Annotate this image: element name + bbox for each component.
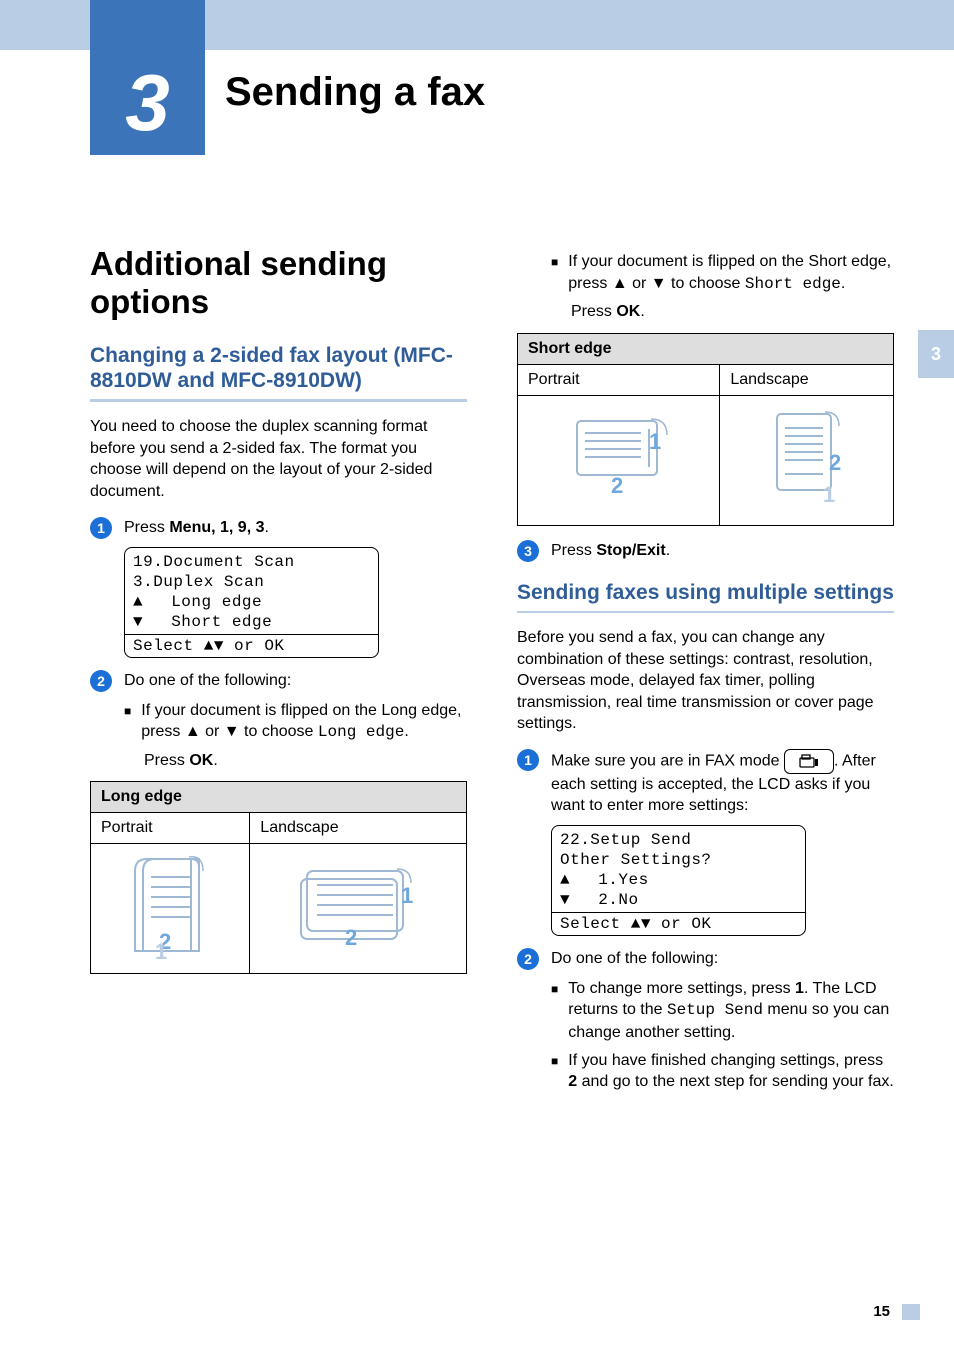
left-column: Additional sending options Changing a 2-… xyxy=(90,245,467,1099)
menu-key: Menu xyxy=(169,519,211,536)
code: Long edge xyxy=(318,723,404,741)
press-ok-1: Press OK. xyxy=(144,750,467,772)
t: Make sure you are in FAX mode xyxy=(551,752,784,769)
col-portrait: Portrait xyxy=(518,364,720,395)
svg-text:2: 2 xyxy=(611,473,623,498)
short-edge-table: Short edge Portrait Landscape xyxy=(517,333,894,526)
lcd-line: Long edge xyxy=(171,592,262,612)
t: To change more settings, press xyxy=(568,980,795,997)
step-1: 1 Press Menu, 1, 9, 3. xyxy=(90,517,467,539)
code: Setup Send xyxy=(667,1001,763,1019)
lcd-line: 19.Document Scan xyxy=(133,552,370,572)
step-badge-2: 2 xyxy=(517,948,539,970)
col-portrait: Portrait xyxy=(91,813,250,844)
lcd-line: 1.Yes xyxy=(598,870,649,890)
step-badge-1: 1 xyxy=(90,517,112,539)
svg-text:1: 1 xyxy=(823,482,835,507)
svg-text:2: 2 xyxy=(829,450,841,475)
table-header: Short edge xyxy=(518,333,894,364)
side-tab-label: 3 xyxy=(931,344,941,365)
square-bullet-icon: ■ xyxy=(551,251,558,295)
press-ok-2: Press OK. xyxy=(571,301,894,323)
lcd-line: Other Settings? xyxy=(560,850,797,870)
long-portrait-diagram: 2 1 xyxy=(91,844,250,974)
mstep-1-text: Make sure you are in FAX mode . After ea… xyxy=(551,749,894,817)
fax-mode-icon xyxy=(784,749,834,774)
chapter-title: Sending a fax xyxy=(225,70,485,115)
step-2: 2 Do one of the following: xyxy=(90,670,467,692)
long-landscape-diagram: 1 2 xyxy=(250,844,467,974)
mstep-1: 1 Make sure you are in FAX mode . After … xyxy=(517,749,894,817)
col-landscape: Landscape xyxy=(720,364,894,395)
section-additional-heading: Additional sending options xyxy=(90,245,467,321)
svg-text:1: 1 xyxy=(649,429,661,454)
chapter-number: 3 xyxy=(125,57,170,149)
lcd-line: Short edge xyxy=(171,612,272,632)
lcd-display-2: 22.Setup Send Other Settings? ▲ 1.Yes ▼ … xyxy=(551,825,806,936)
step-1-text: Press Menu, 1, 9, 3. xyxy=(124,517,467,539)
svg-text:2: 2 xyxy=(345,925,357,950)
key-seq: , 1, 9, 3 xyxy=(211,519,264,536)
ok-key: OK xyxy=(189,752,213,769)
lcd-line: 3.Duplex Scan xyxy=(133,572,370,592)
t: If you have finished changing settings, … xyxy=(568,1052,883,1069)
side-tab: 3 xyxy=(918,330,954,378)
t: Press xyxy=(551,542,596,559)
col-landscape: Landscape xyxy=(250,813,467,844)
short-portrait-diagram: 1 2 xyxy=(518,395,720,525)
lcd-line: Select ▲▼ or OK xyxy=(133,636,370,656)
step-badge-2: 2 xyxy=(90,670,112,692)
t: and go to the next step for sending your… xyxy=(577,1073,894,1090)
step-badge-3: 3 xyxy=(517,540,539,562)
multiple-intro-text: Before you send a fax, you can change an… xyxy=(517,627,894,735)
section-changing-heading: Changing a 2-sided fax layout (MFC-8810D… xyxy=(90,343,467,393)
step-2-text: Do one of the following: xyxy=(124,670,467,692)
page-number: 15 xyxy=(873,1303,890,1320)
long-edge-table: Long edge Portrait Landscape xyxy=(90,781,467,974)
bullet-short-edge: ■ If your document is flipped on the Sho… xyxy=(551,251,894,295)
lcd-display-1: 19.Document Scan 3.Duplex Scan ▲ Long ed… xyxy=(124,547,379,658)
stop-exit-key: Stop/Exit xyxy=(596,542,665,559)
step-badge-1: 1 xyxy=(517,749,539,771)
bullet-finished: ■ If you have finished changing settings… xyxy=(551,1050,894,1093)
bullet-long-edge: ■ If your document is flipped on the Lon… xyxy=(124,700,467,744)
chapter-badge: 3 xyxy=(90,50,205,155)
right-column: ■ If your document is flipped on the Sho… xyxy=(517,245,894,1099)
square-bullet-icon: ■ xyxy=(551,978,558,1044)
section-multiple-heading: Sending faxes using multiple settings xyxy=(517,580,894,605)
svg-text:1: 1 xyxy=(155,939,167,961)
step-3: 3 Press Stop/Exit. xyxy=(517,540,894,562)
t: If your document is flipped on the Short… xyxy=(568,253,891,292)
short-landscape-diagram: 2 1 xyxy=(720,395,894,525)
lcd-line: 22.Setup Send xyxy=(560,830,797,850)
lcd-line: Select ▲▼ or OK xyxy=(560,914,797,934)
square-bullet-icon: ■ xyxy=(551,1050,558,1093)
table-header: Long edge xyxy=(91,782,467,813)
code: Short edge xyxy=(745,275,841,293)
mstep-2: 2 Do one of the following: xyxy=(517,948,894,970)
page-number-accent xyxy=(902,1304,920,1320)
svg-text:1: 1 xyxy=(401,883,413,908)
ok-key: OK xyxy=(616,303,640,320)
mstep-2-text: Do one of the following: xyxy=(551,948,894,970)
lcd-line: 2.No xyxy=(598,890,638,910)
t: If your document is flipped on the Long … xyxy=(141,702,461,741)
square-bullet-icon: ■ xyxy=(124,700,131,744)
key-2: 2 xyxy=(568,1073,577,1090)
rule xyxy=(90,399,467,402)
t: Press xyxy=(124,519,169,536)
rule xyxy=(517,611,894,613)
t: Press xyxy=(144,752,189,769)
key-1: 1 xyxy=(795,980,804,997)
header-accent xyxy=(90,0,205,50)
t: Press xyxy=(571,303,616,320)
duplex-intro-text: You need to choose the duplex scanning f… xyxy=(90,416,467,502)
step-3-text: Press Stop/Exit. xyxy=(551,540,894,562)
bullet-change-more: ■ To change more settings, press 1. The … xyxy=(551,978,894,1044)
